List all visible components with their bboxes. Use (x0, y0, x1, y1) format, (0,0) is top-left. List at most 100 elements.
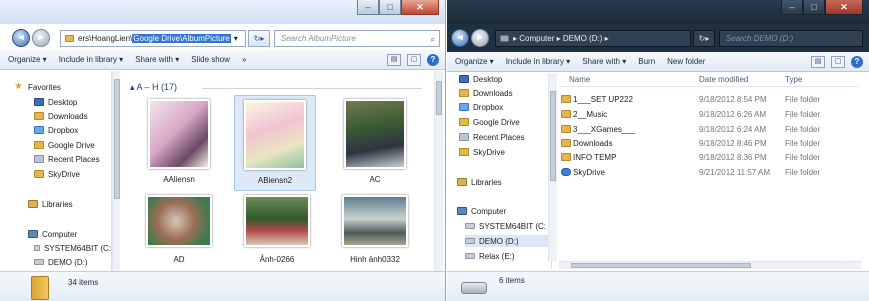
burn-button[interactable]: Burn (638, 57, 655, 66)
thumbnail-item-selected[interactable]: ABiensn2 (234, 95, 316, 191)
minimize-button[interactable]: – (357, 0, 379, 15)
skydrive-folder-icon (459, 148, 469, 156)
nav-computer[interactable]: Computer (457, 205, 551, 217)
file-row[interactable]: INFO TEMP 9/18/2012 8:36 PM File folder (559, 151, 859, 163)
column-name[interactable]: Name (569, 75, 590, 84)
folder-icon (561, 110, 571, 118)
nav-skydrive[interactable]: SkyDrive (34, 168, 111, 180)
nav-skydrive[interactable]: SkyDrive (459, 146, 551, 158)
slide-show-button[interactable]: Slide show (191, 55, 230, 64)
file-name: 1___SET UP222 (573, 95, 633, 104)
navigation-pane: Desktop Downloads Dropbox Google Drive R… (447, 73, 552, 269)
close-button[interactable]: ✕ (825, 0, 863, 15)
organize-menu[interactable]: Organize ▾ (455, 57, 494, 66)
new-folder-button[interactable]: New folder (667, 57, 705, 66)
nav-dropbox[interactable]: Dropbox (34, 124, 111, 136)
desktop-icon (34, 98, 44, 106)
file-date: 9/18/2012 8:46 PM (699, 139, 767, 148)
close-button[interactable]: ✕ (401, 0, 439, 15)
file-row[interactable]: SkyDrive 9/21/2012 11:57 AM File folder (559, 166, 859, 178)
nav-favorites[interactable]: ★ Favorites (14, 81, 111, 93)
thumbnail-item[interactable]: AAliensn (138, 95, 220, 191)
desktop-icon (459, 75, 469, 83)
organize-menu[interactable]: Organize ▾ (8, 55, 47, 64)
share-with-menu[interactable]: Share with ▾ (582, 57, 626, 66)
nav-recent-places[interactable]: Recent Places (459, 131, 551, 143)
nav-recent-places[interactable]: Recent Places (34, 153, 111, 165)
nav-computer[interactable]: Computer (28, 228, 111, 240)
file-row[interactable]: Downloads 9/18/2012 8:46 PM File folder (559, 137, 859, 149)
search-input[interactable]: Search DEMO (D:) (719, 30, 863, 47)
thumbnail-item[interactable]: Ảnh-0266 (236, 191, 318, 271)
thumbnail-label: ABiensn2 (257, 176, 293, 185)
help-icon[interactable]: ? (851, 55, 863, 68)
navigation-pane-scrollbar[interactable] (548, 73, 557, 261)
preview-pane-icon[interactable]: ▢ (831, 55, 845, 68)
column-date-modified[interactable]: Date modified (699, 75, 748, 84)
column-headers: Name Date modified Type (559, 73, 859, 87)
file-row[interactable]: 2__Music 9/18/2012 6:26 AM File folder (559, 108, 859, 120)
file-row[interactable]: 3___XGames___ 9/18/2012 6:24 AM File fol… (559, 123, 859, 135)
maximize-button[interactable]: □ (379, 0, 401, 15)
file-row[interactable]: 1___SET UP222 9/18/2012 8:54 PM File fol… (559, 93, 859, 105)
nav-system-drive[interactable]: SYSTEM64BIT (C: (465, 220, 551, 232)
back-button[interactable]: ◂ (451, 29, 469, 47)
thumbnail-item[interactable]: AC (334, 95, 416, 191)
nav-desktop[interactable]: Desktop (459, 73, 551, 85)
thumbnail-item[interactable]: AD (138, 191, 220, 271)
back-button[interactable]: ◂ (12, 29, 30, 47)
scrollbar-thumb[interactable] (571, 263, 751, 268)
drive-icon (465, 253, 475, 259)
nav-label: Downloads (473, 88, 513, 98)
help-icon[interactable]: ? (427, 53, 439, 66)
scrollbar-thumb[interactable] (550, 91, 556, 181)
nav-google-drive[interactable]: Google Drive (459, 116, 551, 128)
group-header[interactable]: ▴ A – H (17) (130, 82, 177, 93)
include-in-library-menu[interactable]: Include in library ▾ (59, 55, 124, 64)
file-name: Downloads (573, 139, 613, 148)
address-input[interactable]: ▸ Computer ▸ DEMO (D:) ▸ (495, 30, 691, 47)
forward-button[interactable]: ▸ (471, 29, 489, 47)
minimize-button[interactable]: – (781, 0, 803, 15)
file-type: File folder (785, 110, 821, 119)
nav-demo-drive[interactable]: DEMO (D:) (34, 256, 111, 268)
file-type: File folder (785, 139, 821, 148)
change-view-icon[interactable]: ▤ (811, 55, 825, 68)
computer-icon (28, 230, 38, 238)
scrollbar-thumb[interactable] (436, 81, 442, 115)
nav-system-drive[interactable]: SYSTEM64BIT (C: (34, 242, 111, 254)
thumbnail-item[interactable]: Hinh ảnh0332 (334, 191, 416, 271)
title-bar[interactable]: – □ ✕ (0, 0, 445, 24)
nav-downloads[interactable]: Downloads (34, 110, 111, 122)
search-input[interactable]: Search AlbumPicture ⌕ (274, 30, 440, 47)
refresh-button[interactable]: ↻▸ (248, 30, 270, 47)
search-placeholder: Search DEMO (D:) (726, 34, 794, 43)
nav-dropbox[interactable]: Dropbox (459, 101, 551, 113)
nav-label: Desktop (48, 97, 78, 107)
nav-google-drive[interactable]: Google Drive (34, 139, 111, 151)
maximize-button[interactable]: □ (803, 0, 825, 15)
nav-demo-drive-selected[interactable]: DEMO (D:) (465, 235, 551, 247)
column-type[interactable]: Type (785, 75, 802, 84)
nav-libraries[interactable]: Libraries (28, 198, 111, 210)
recent-places-icon (34, 155, 44, 163)
nav-desktop[interactable]: Desktop (34, 96, 111, 108)
more-commands-button[interactable]: » (242, 55, 246, 64)
nav-libraries[interactable]: Libraries (457, 176, 551, 188)
nav-relax-drive[interactable]: Relax (E:) (465, 250, 551, 262)
share-with-menu[interactable]: Share with ▾ (135, 55, 179, 64)
search-icon[interactable]: ⌕ (431, 32, 435, 46)
refresh-button[interactable]: ↻▸ (693, 30, 715, 47)
change-view-icon[interactable]: ▤ (387, 53, 401, 66)
content-horizontal-scrollbar[interactable] (559, 261, 861, 269)
address-dropdown-icon[interactable]: ▾ (234, 34, 238, 43)
nav-downloads[interactable]: Downloads (459, 87, 551, 99)
address-input[interactable]: ers\HoangLien\ Google Drive\AlbumPicture… (60, 30, 246, 47)
forward-button[interactable]: ▸ (32, 29, 50, 47)
title-bar[interactable]: – □ ✕ (447, 0, 869, 24)
nav-label: Computer (471, 206, 507, 216)
folder-icon (31, 276, 49, 300)
include-in-library-menu[interactable]: Include in library ▾ (506, 57, 571, 66)
content-scrollbar[interactable] (434, 71, 443, 271)
preview-pane-icon[interactable]: ▢ (407, 53, 421, 66)
